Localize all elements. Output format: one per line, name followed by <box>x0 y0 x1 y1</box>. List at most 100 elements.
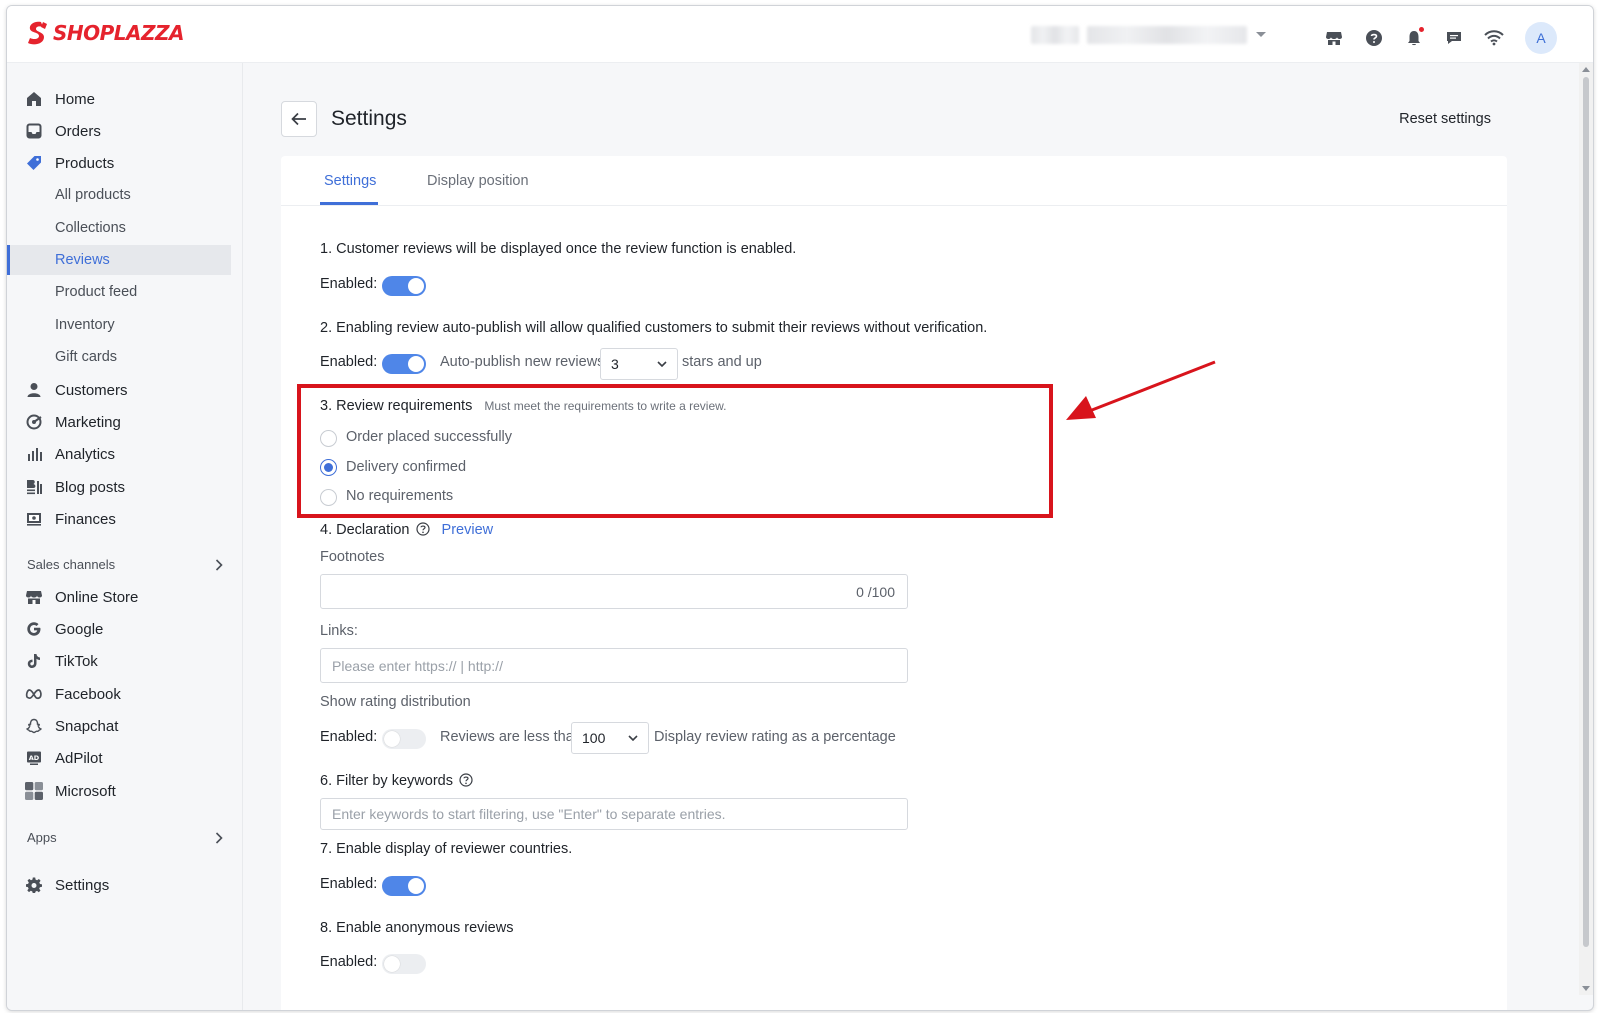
sidebar-sub-all-products[interactable]: All products <box>7 180 231 210</box>
sidebar-item-label: Microsoft <box>55 782 116 800</box>
sidebar-sub-collections[interactable]: Collections <box>7 213 231 243</box>
reviews-threshold-value: 100 <box>582 730 606 746</box>
shoplazza-logo-icon <box>28 21 47 45</box>
sidebar-item-label: Finances <box>55 510 116 528</box>
sidebar-item-products[interactable]: Products <box>7 148 231 178</box>
sidebar-item-customers[interactable]: Customers <box>7 375 231 405</box>
store-icon[interactable] <box>1323 27 1345 49</box>
rating-distribution-label: Show rating distribution <box>320 694 471 710</box>
scroll-up-arrow-icon[interactable] <box>1582 67 1590 72</box>
sales-channels-header[interactable]: Sales channels <box>27 557 223 572</box>
stars-select[interactable]: 3 <box>600 348 678 380</box>
reviews-enabled-toggle[interactable] <box>382 276 426 296</box>
wifi-icon[interactable] <box>1483 27 1505 49</box>
sidebar-item-finances[interactable]: Finances <box>7 504 231 534</box>
stars-select-value: 3 <box>611 356 619 372</box>
tiktok-icon <box>24 651 44 671</box>
apps-header[interactable]: Apps <box>27 830 223 845</box>
reviews-threshold-select[interactable]: 100 <box>571 722 649 754</box>
preview-link[interactable]: Preview <box>442 522 494 538</box>
sidebar-item-tiktok[interactable]: TikTok <box>7 646 231 676</box>
sidebar-item-adpilot[interactable]: AD AdPilot <box>7 743 231 773</box>
sidebar-item-microsoft[interactable]: Microsoft <box>7 776 231 806</box>
reviewer-countries-toggle[interactable] <box>382 876 426 896</box>
annotation-arrow-icon <box>1066 360 1216 420</box>
meta-icon <box>24 684 44 704</box>
sidebar-item-blog-posts[interactable]: Blog posts <box>7 472 231 502</box>
section-7-title: 7. Enable display of reviewer countries. <box>320 841 573 857</box>
sidebar-item-label: Orders <box>55 122 101 140</box>
footnotes-label: Footnotes <box>320 549 385 565</box>
snapchat-icon <box>24 716 44 736</box>
auto-publish-label: Auto-publish new reviews <box>440 354 605 370</box>
top-bar: SHOPLAZZA A <box>7 6 1593 63</box>
section-8-title: 8. Enable anonymous reviews <box>320 920 514 936</box>
sidebar-item-label: Home <box>55 90 96 108</box>
section-1-text: 1. Customer reviews will be displayed on… <box>320 241 797 257</box>
back-button[interactable] <box>281 101 317 137</box>
bell-icon[interactable] <box>1403 27 1425 49</box>
sidebar-item-snapchat[interactable]: Snapchat <box>7 711 231 741</box>
sidebar-item-online-store[interactable]: Online Store <box>7 582 231 612</box>
help-circle-icon[interactable] <box>415 522 430 536</box>
chevron-right-icon <box>215 558 223 571</box>
links-input[interactable]: Please enter https:// | http:// <box>320 648 908 683</box>
shoplazza-logo[interactable]: SHOPLAZZA <box>25 20 185 46</box>
chevron-right-icon <box>215 831 223 844</box>
scroll-down-arrow-icon[interactable] <box>1582 986 1590 991</box>
enabled-label: Enabled: <box>320 354 378 370</box>
home-icon <box>24 89 44 109</box>
sidebar-item-facebook[interactable]: Facebook <box>7 679 231 709</box>
enabled-label: Enabled: <box>320 729 378 745</box>
footnotes-input[interactable]: 0 /100 <box>320 574 908 609</box>
tab-display-position[interactable]: Display position <box>427 173 529 189</box>
percentage-label: Display review rating as a percentage <box>654 729 896 745</box>
sidebar-item-home[interactable]: Home <box>7 84 231 114</box>
keywords-placeholder: Enter keywords to start filtering, use "… <box>332 806 726 822</box>
chat-icon[interactable] <box>1443 27 1465 49</box>
blog-icon <box>24 477 44 497</box>
page-title: Settings <box>331 107 407 130</box>
sidebar-item-marketing[interactable]: Marketing <box>7 407 231 437</box>
sidebar-item-label: Online Store <box>55 588 139 606</box>
sidebar-sub-reviews[interactable]: Reviews <box>7 245 231 275</box>
store-selector[interactable] <box>1031 26 1267 44</box>
sales-channels-label: Sales channels <box>27 557 116 572</box>
tab-settings[interactable]: Settings <box>324 173 376 189</box>
links-label: Links: <box>320 623 358 639</box>
apps-label: Apps <box>27 830 57 845</box>
help-icon[interactable] <box>1363 27 1385 49</box>
svg-text:AD: AD <box>29 754 40 762</box>
avatar[interactable]: A <box>1525 22 1557 54</box>
notification-dot <box>1419 27 1424 32</box>
settings-card: Settings Display position 1. Customer re… <box>281 156 1507 1010</box>
reset-settings-button[interactable]: Reset settings <box>1399 111 1491 127</box>
sidebar-sub-product-feed[interactable]: Product feed <box>7 277 231 307</box>
sidebar-item-settings[interactable]: Settings <box>7 870 231 900</box>
marketing-icon <box>24 412 44 432</box>
sidebar-sub-gift-cards[interactable]: Gift cards <box>7 342 231 372</box>
sidebar-item-label: Snapchat <box>55 717 119 735</box>
reviews-less-than-label: Reviews are less than <box>440 729 582 745</box>
keywords-input[interactable]: Enter keywords to start filtering, use "… <box>320 798 908 830</box>
sidebar-item-google[interactable]: Google <box>7 614 231 644</box>
anonymous-reviews-toggle[interactable] <box>382 954 426 974</box>
page-scrollbar[interactable] <box>1579 63 1593 995</box>
sidebar-item-orders[interactable]: Orders <box>7 116 231 146</box>
google-icon <box>24 619 44 639</box>
rating-distribution-toggle[interactable] <box>382 729 426 749</box>
sidebar-item-label: Settings <box>55 876 110 894</box>
sidebar-item-analytics[interactable]: Analytics <box>7 439 231 469</box>
stars-suffix-label: stars and up <box>682 354 762 370</box>
sidebar: Home Orders Products All products Collec… <box>7 63 243 1010</box>
scrollbar-thumb[interactable] <box>1583 77 1589 947</box>
tab-bar: Settings Display position <box>281 156 1507 206</box>
sidebar-item-label: Facebook <box>55 685 121 703</box>
sidebar-sub-inventory[interactable]: Inventory <box>7 310 231 340</box>
auto-publish-toggle[interactable] <box>382 354 426 374</box>
section-4-title: 4. Declaration Preview <box>320 522 494 538</box>
enabled-label: Enabled: <box>320 954 378 970</box>
store-domain-redacted <box>1087 26 1247 44</box>
store-icon <box>24 587 44 607</box>
help-circle-icon[interactable] <box>459 773 473 787</box>
